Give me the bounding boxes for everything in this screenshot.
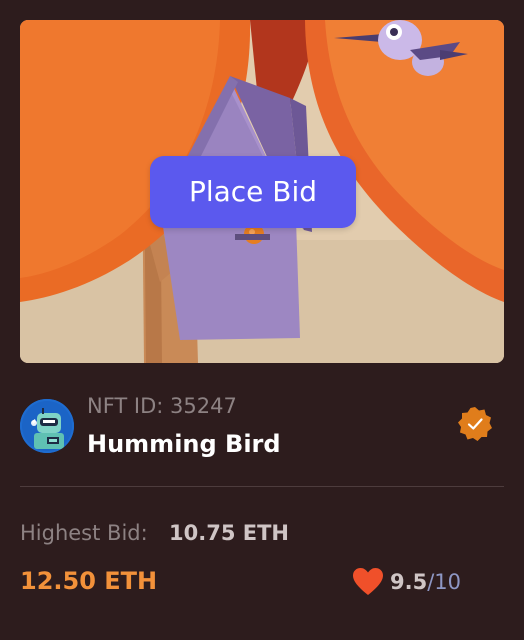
- nft-id-label: NFT ID: 35247: [87, 394, 237, 418]
- highest-bid-label: Highest Bid:: [20, 521, 148, 545]
- rating: 9.5/10: [390, 567, 461, 597]
- nft-price: 12.50 ETH: [20, 567, 158, 595]
- place-bid-button[interactable]: Place Bid: [150, 156, 356, 228]
- rating-max: 10: [434, 570, 462, 594]
- robot-avatar-icon: [20, 399, 74, 453]
- highest-bid-value: 10.75 ETH: [169, 521, 289, 545]
- divider: [20, 486, 504, 487]
- nft-artwork[interactable]: Place Bid: [20, 20, 504, 363]
- heart-icon[interactable]: [352, 567, 384, 597]
- rating-score: 9.5: [390, 570, 428, 594]
- nft-name[interactable]: Humming Bird: [87, 428, 281, 460]
- verified-badge-icon: [456, 405, 494, 443]
- creator-avatar[interactable]: [20, 399, 74, 453]
